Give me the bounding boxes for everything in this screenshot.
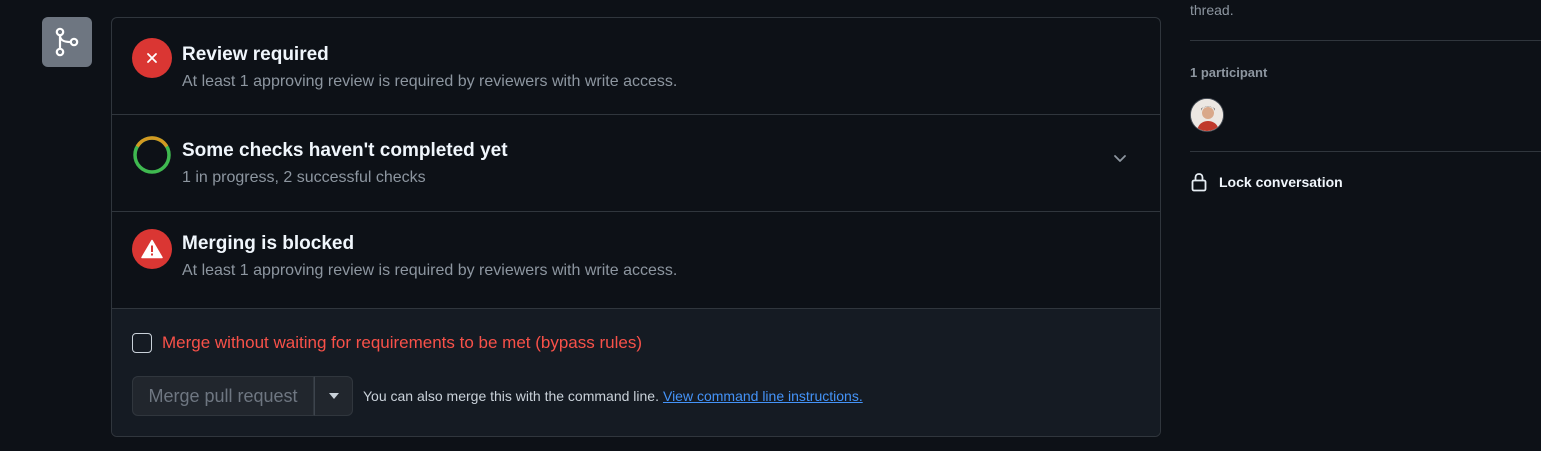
alert-triangle-icon (132, 229, 172, 269)
x-icon (132, 38, 172, 78)
participants-label: 1 participant (1190, 65, 1268, 80)
progress-ring-icon (132, 135, 172, 175)
merging-blocked-title: Merging is blocked (182, 233, 355, 254)
merge-footer: Merge without waiting for requirements t… (112, 309, 1160, 436)
sidebar-divider (1190, 40, 1541, 41)
caret-down-icon (328, 393, 339, 399)
merge-branch-icon (42, 17, 92, 67)
merging-blocked-section: Merging is blocked At least 1 approving … (112, 212, 1160, 309)
merge-pull-request-button[interactable]: Merge pull request (132, 376, 314, 416)
command-line-instructions-link[interactable]: View command line instructions. (663, 388, 863, 404)
bypass-rules-row[interactable]: Merge without waiting for requirements t… (132, 333, 642, 353)
merge-options-dropdown[interactable] (314, 376, 353, 416)
review-required-section: Review required At least 1 approving rev… (112, 18, 1160, 115)
review-required-title: Review required (182, 44, 329, 65)
pull-request-page: Review required At least 1 approving rev… (0, 0, 1541, 451)
merge-box: Review required At least 1 approving rev… (111, 17, 1161, 437)
bypass-rules-checkbox[interactable] (132, 333, 152, 353)
checks-subtitle: 1 in progress, 2 successful checks (182, 169, 426, 186)
checks-title: Some checks haven't completed yet (182, 140, 508, 161)
sidebar: thread. 1 participant Lock conversation (1190, 0, 1541, 451)
lock-conversation-button[interactable]: Lock conversation (1190, 172, 1343, 192)
notification-text: thread. (1190, 2, 1234, 18)
avatar[interactable] (1190, 98, 1224, 132)
checks-section[interactable]: Some checks haven't completed yet 1 in p… (112, 115, 1160, 212)
lock-conversation-label[interactable]: Lock conversation (1219, 174, 1343, 190)
chevron-down-icon[interactable] (1110, 148, 1130, 168)
review-required-subtitle: At least 1 approving review is required … (182, 73, 678, 90)
lock-icon (1191, 173, 1207, 192)
merge-action-row: Merge pull request You can also merge th… (132, 376, 863, 416)
command-line-hint: You can also merge this with the command… (363, 388, 659, 404)
merging-blocked-subtitle: At least 1 approving review is required … (182, 262, 678, 279)
bypass-rules-label[interactable]: Merge without waiting for requirements t… (162, 333, 642, 353)
sidebar-divider (1190, 151, 1541, 152)
